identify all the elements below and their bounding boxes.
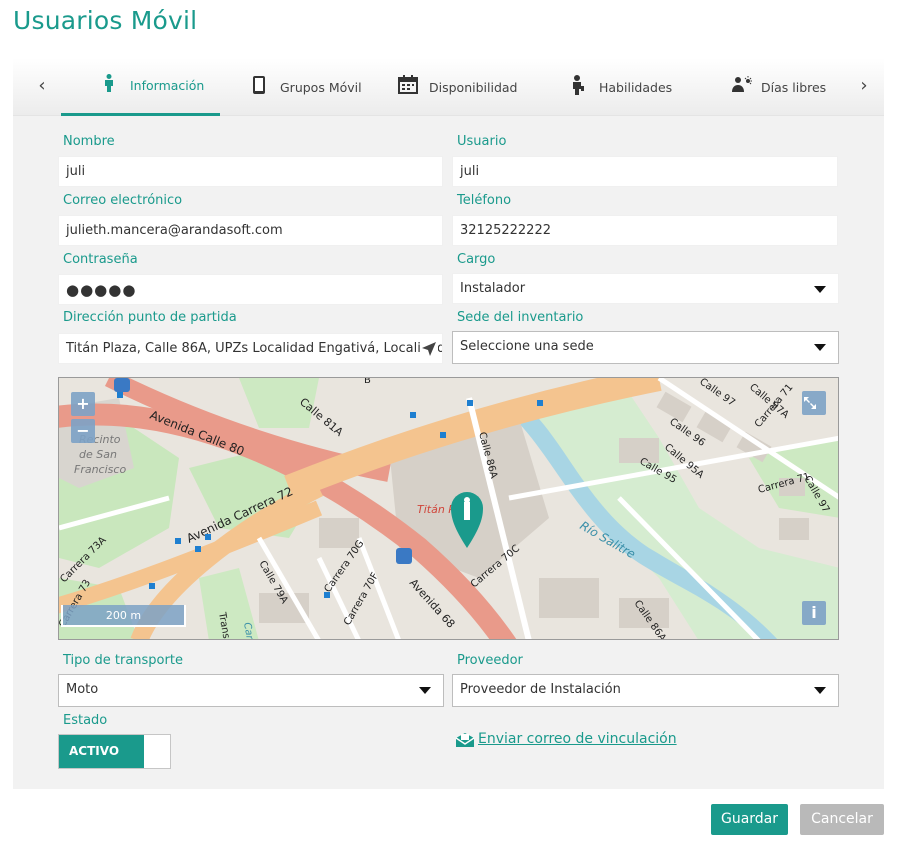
send-mail-label: Enviar correo de vinculación bbox=[478, 731, 677, 747]
save-button[interactable]: Guardar bbox=[711, 804, 788, 835]
fullscreen-icon[interactable] bbox=[802, 391, 826, 415]
estado-toggle-on: ACTIVO bbox=[59, 735, 144, 768]
worker-icon bbox=[567, 74, 589, 100]
chevron-down-icon bbox=[814, 286, 826, 293]
tab-disponibilidad-label: Disponibilidad bbox=[429, 79, 518, 95]
direccion-field[interactable]: Titán Plaza, Calle 86A, UPZs Localidad E… bbox=[58, 333, 443, 364]
contrasena-label: Contraseña bbox=[63, 252, 138, 267]
usuario-label: Usuario bbox=[457, 134, 507, 149]
location-arrow-icon[interactable] bbox=[420, 340, 438, 358]
estado-label: Estado bbox=[63, 713, 108, 728]
proveedor-label: Proveedor bbox=[457, 653, 523, 668]
chevron-down-icon bbox=[419, 687, 431, 694]
cancel-button[interactable]: Cancelar bbox=[800, 804, 884, 835]
cargo-select[interactable]: Instalador bbox=[452, 273, 839, 304]
chevron-down-icon bbox=[814, 687, 826, 694]
person-icon bbox=[98, 74, 120, 97]
tab-informacion[interactable]: Información bbox=[61, 58, 220, 116]
map[interactable]: Avenida Calle 80 Calle 81A Avenida Carre… bbox=[58, 377, 839, 640]
chevron-down-icon bbox=[814, 344, 826, 351]
sede-label: Sede del inventario bbox=[457, 310, 584, 325]
tab-next-arrow[interactable]: › bbox=[854, 75, 874, 96]
user-form-panel: ‹ Información Grupos Móvil Disponibilida… bbox=[13, 58, 884, 789]
password-field[interactable]: ●●●●● bbox=[58, 274, 443, 305]
mobile-phone-icon bbox=[248, 75, 270, 100]
cargo-label: Cargo bbox=[457, 252, 496, 267]
sede-select[interactable]: Seleccione una sede bbox=[452, 331, 839, 364]
transporte-label: Tipo de transporte bbox=[63, 653, 183, 668]
map-zoom-out-button[interactable]: − bbox=[71, 419, 95, 443]
envelope-icon bbox=[455, 732, 475, 747]
email-field[interactable]: julieth.mancera@arandasoft.com bbox=[58, 215, 443, 246]
map-zoom-in-button[interactable]: + bbox=[71, 392, 95, 416]
send-mail-link[interactable]: Enviar correo de vinculación bbox=[455, 731, 677, 747]
telefono-field[interactable]: 32125222222 bbox=[452, 215, 838, 246]
tab-prev-arrow[interactable]: ‹ bbox=[32, 75, 52, 96]
map-info-button[interactable]: i bbox=[802, 601, 826, 625]
tab-disponibilidad[interactable]: Disponibilidad bbox=[397, 58, 517, 116]
tab-dias-libres[interactable]: Días libres bbox=[731, 58, 826, 116]
map-label: B bbox=[364, 378, 371, 386]
page-title: Usuarios Móvil bbox=[13, 6, 198, 35]
map-label: Francisco bbox=[74, 463, 126, 476]
tab-habilidades-label: Habilidades bbox=[599, 79, 673, 95]
tab-informacion-label: Información bbox=[130, 78, 205, 93]
proveedor-select-value: Proveedor de Instalación bbox=[460, 682, 621, 697]
estado-toggle[interactable]: ACTIVO bbox=[58, 734, 171, 769]
tab-grupos-movil[interactable]: Grupos Móvil bbox=[248, 58, 362, 116]
transporte-select[interactable]: Moto bbox=[58, 674, 444, 707]
nombre-field[interactable]: juli bbox=[58, 156, 443, 187]
tab-grupos-movil-label: Grupos Móvil bbox=[280, 79, 362, 95]
map-label: de San bbox=[79, 448, 117, 461]
tab-bar: ‹ Información Grupos Móvil Disponibilida… bbox=[13, 58, 884, 116]
cargo-select-value: Instalador bbox=[460, 281, 526, 296]
person-sun-icon bbox=[731, 75, 753, 99]
telefono-label: Teléfono bbox=[457, 193, 512, 208]
sede-select-value: Seleccione una sede bbox=[460, 339, 594, 354]
tab-dias-libres-label: Días libres bbox=[761, 79, 827, 95]
calendar-icon bbox=[397, 75, 419, 99]
usuario-field[interactable]: juli bbox=[452, 156, 838, 187]
direccion-field-value: Titán Plaza, Calle 86A, UPZs Localidad E… bbox=[66, 341, 443, 356]
nombre-label: Nombre bbox=[63, 134, 115, 149]
correo-label: Correo electrónico bbox=[63, 193, 183, 208]
map-canvas: Avenida Calle 80 Calle 81A Avenida Carre… bbox=[59, 378, 838, 639]
tab-habilidades[interactable]: Habilidades bbox=[567, 58, 672, 116]
direccion-label: Dirección punto de partida bbox=[63, 310, 237, 325]
map-scale: 200 m bbox=[61, 605, 186, 627]
proveedor-select[interactable]: Proveedor de Instalación bbox=[452, 674, 839, 707]
transporte-select-value: Moto bbox=[66, 682, 99, 697]
